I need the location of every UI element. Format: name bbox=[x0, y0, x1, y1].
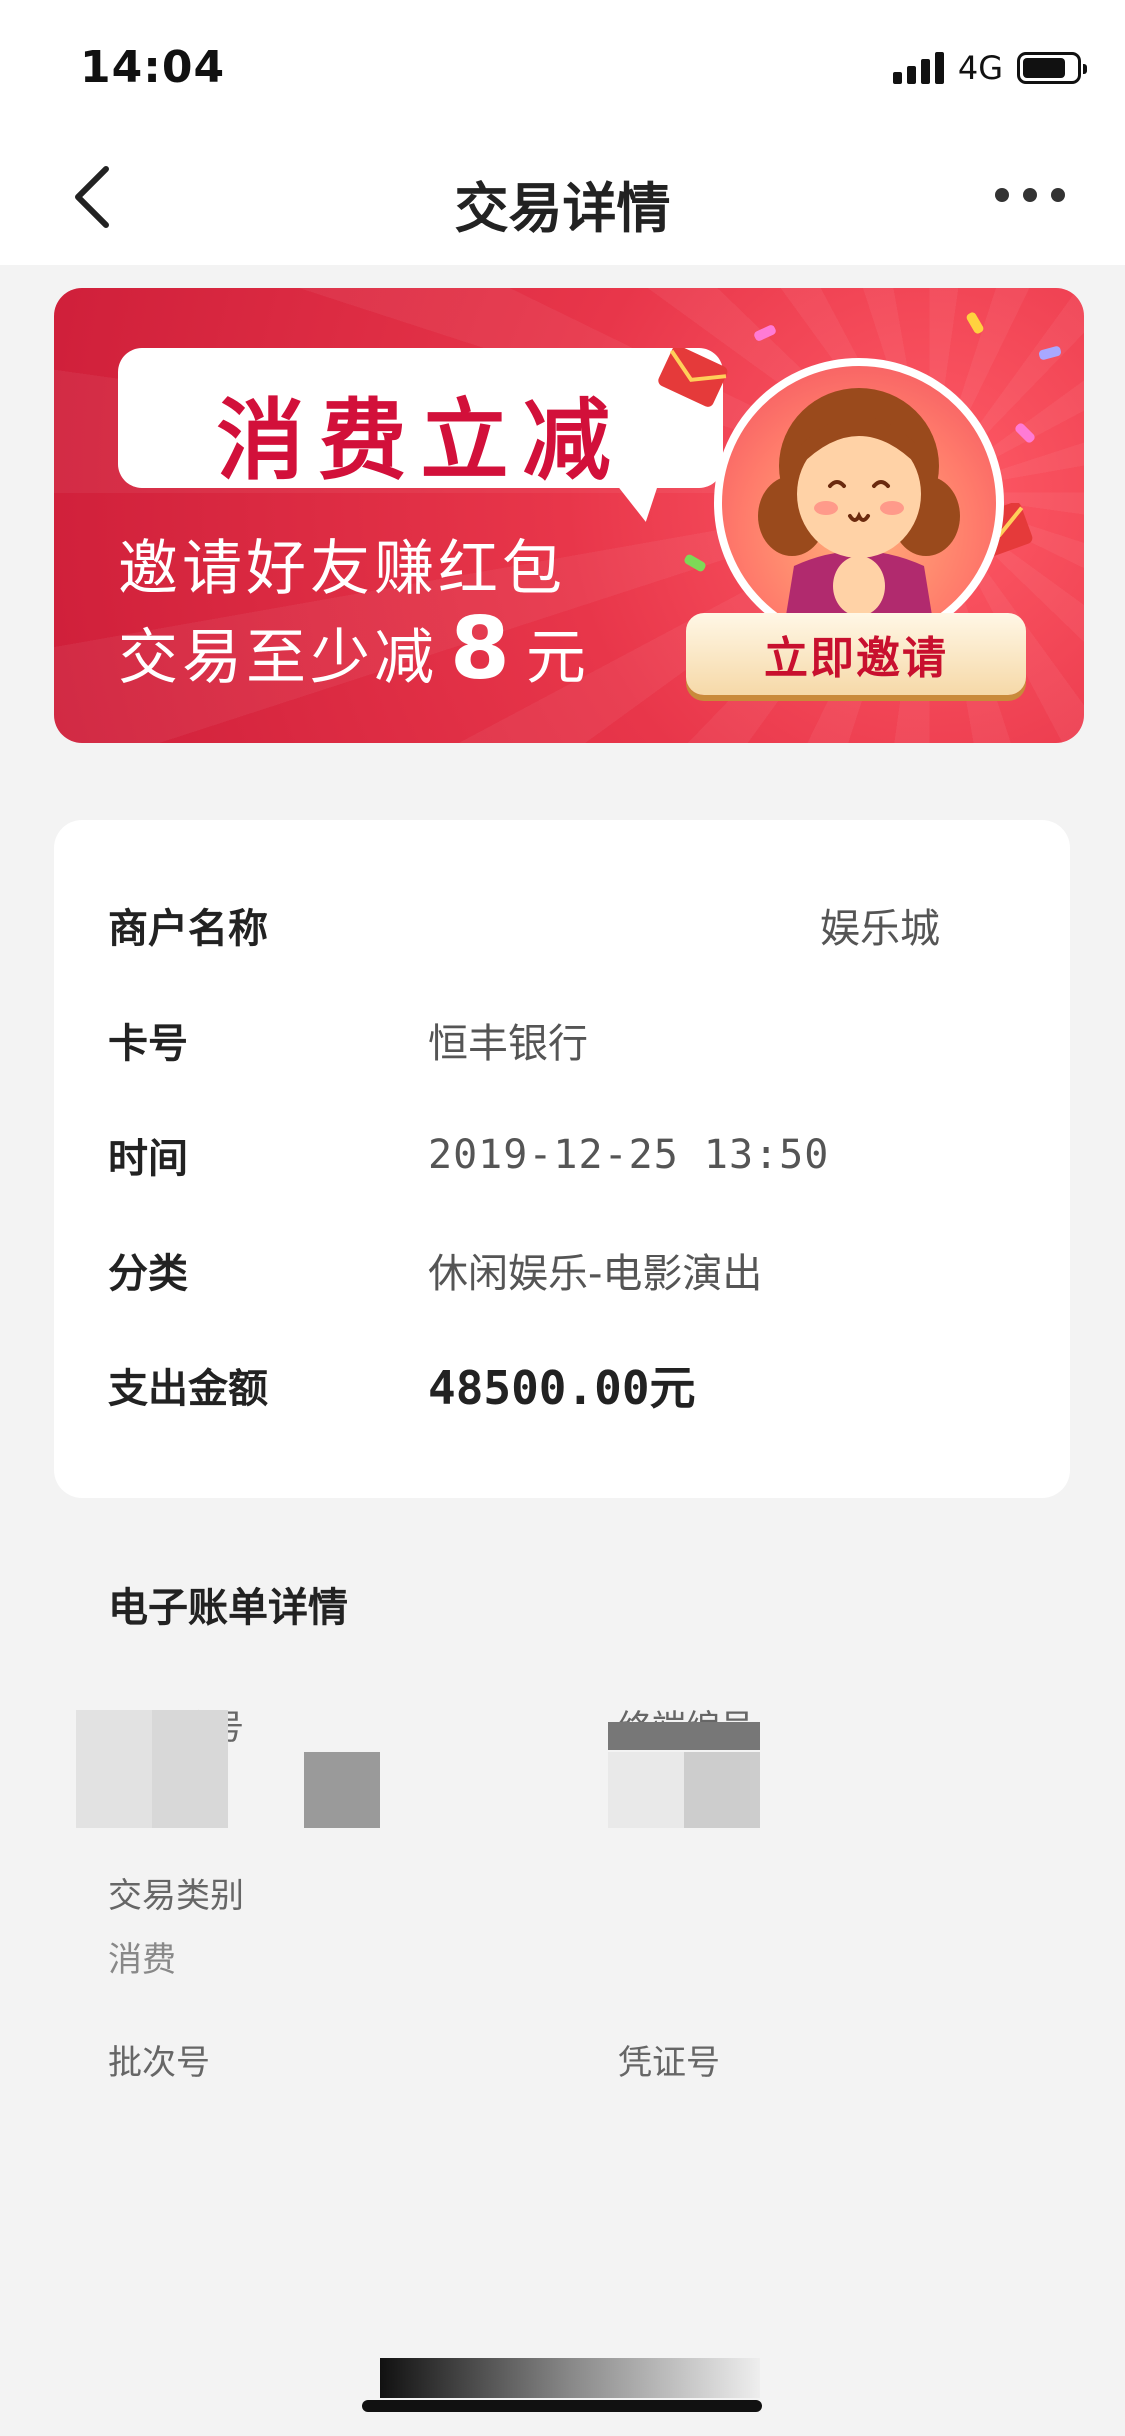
status-time: 14:04 bbox=[80, 42, 226, 93]
signal-icon bbox=[892, 52, 944, 84]
banner-offer-suffix: 元 bbox=[525, 623, 590, 693]
headline-bubble: 消费立减 bbox=[118, 348, 723, 492]
transaction-card: 商户名称 娱乐城 卡号 恒丰银行 时间 2019-12-25 13:50 分类 … bbox=[54, 820, 1070, 1498]
batch-no-label: 批次号 bbox=[108, 2043, 210, 2083]
merchant-label: 商户名称 bbox=[108, 906, 268, 952]
red-envelope-icon bbox=[658, 348, 728, 407]
more-dot-icon bbox=[1023, 188, 1037, 202]
card-label: 卡号 bbox=[108, 1021, 188, 1067]
merchant-row: 商户名称 娱乐城 bbox=[108, 895, 1030, 955]
trade-type-value: 消费 bbox=[108, 1940, 176, 1980]
time-row: 时间 2019-12-25 13:50 bbox=[108, 1125, 1030, 1185]
character-illustration bbox=[714, 358, 1004, 648]
banner-offer-prefix: 交易至少减 bbox=[118, 623, 438, 693]
card-row: 卡号 恒丰银行 bbox=[108, 1010, 1030, 1070]
card-value: 恒丰银行 bbox=[428, 1021, 588, 1067]
promo-banner[interactable]: 消费立减 邀请好友赚红包 交易至少减 8 元 立即邀请 bbox=[54, 288, 1084, 743]
banner-offer: 交易至少减 8 元 bbox=[118, 606, 590, 696]
home-area-redacted bbox=[380, 2358, 760, 2398]
banner-offer-amount: 8 bbox=[450, 599, 514, 699]
more-button[interactable] bbox=[945, 170, 1065, 220]
top-bar: 14:04 4G 交易详情 bbox=[0, 0, 1125, 265]
amount-value: 48500.00元 bbox=[428, 1361, 696, 1415]
invite-button[interactable]: 立即邀请 bbox=[686, 613, 1026, 695]
merchant-no-redacted bbox=[76, 1710, 228, 1828]
battery-icon bbox=[1017, 52, 1087, 84]
girl-illustration bbox=[758, 388, 960, 640]
merchant-no-redacted bbox=[304, 1752, 380, 1828]
merchant-value: 娱乐城 bbox=[820, 906, 940, 952]
network-type: 4G bbox=[957, 49, 1003, 87]
status-bar: 14:04 4G bbox=[0, 0, 1125, 132]
amount-row: 支出金额 48500.00元 bbox=[108, 1355, 1030, 1415]
more-dot-icon bbox=[1051, 188, 1065, 202]
category-value: 休闲娱乐-电影演出 bbox=[428, 1251, 763, 1297]
banner-headline: 消费立减 bbox=[216, 389, 625, 492]
category-row: 分类 休闲娱乐-电影演出 bbox=[108, 1240, 1030, 1300]
bill-section-title: 电子账单详情 bbox=[108, 1585, 348, 1631]
more-dot-icon bbox=[995, 188, 1009, 202]
banner-subtitle: 邀请好友赚红包 bbox=[118, 534, 566, 604]
navigation-bar: 交易详情 bbox=[0, 132, 1125, 265]
category-label: 分类 bbox=[108, 1251, 188, 1297]
time-value: 2019-12-25 13:50 bbox=[428, 1132, 830, 1178]
voucher-no-label: 凭证号 bbox=[618, 2043, 720, 2083]
status-indicators: 4G bbox=[892, 48, 1087, 88]
trade-type-label: 交易类别 bbox=[108, 1876, 244, 1916]
time-label: 时间 bbox=[108, 1136, 188, 1182]
home-indicator[interactable] bbox=[362, 2400, 762, 2412]
terminal-no-redacted bbox=[608, 1722, 760, 1750]
terminal-no-redacted bbox=[608, 1752, 760, 1828]
amount-label: 支出金额 bbox=[108, 1366, 268, 1412]
